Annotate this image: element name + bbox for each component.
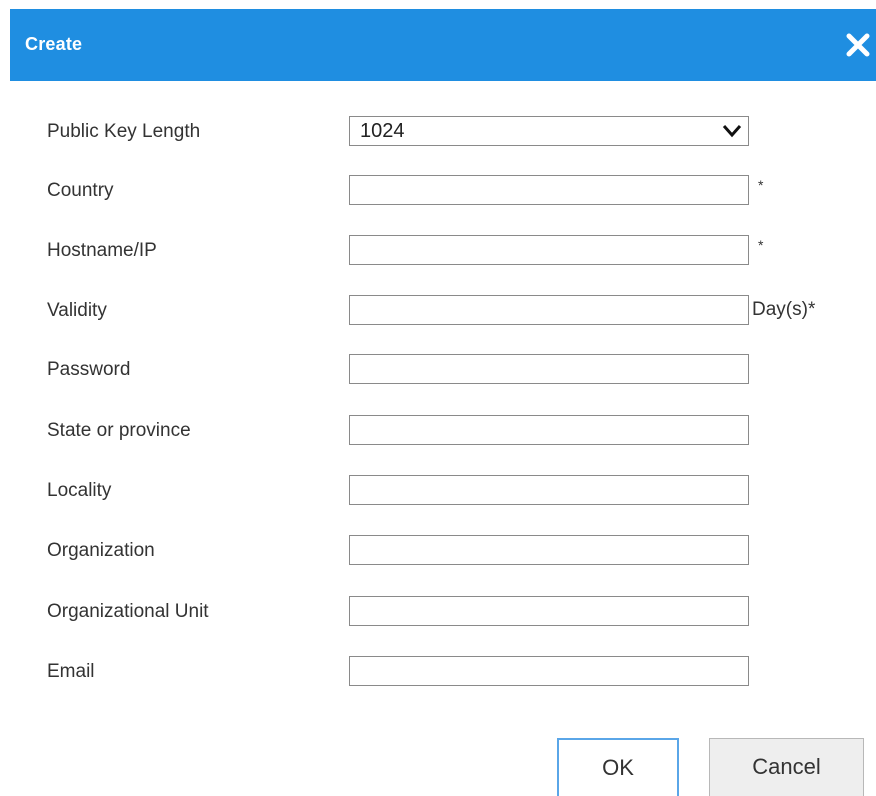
public-key-length-value: 1024 <box>360 120 405 142</box>
org-unit-input[interactable] <box>349 596 749 626</box>
locality-label: Locality <box>47 480 112 501</box>
row-state: State or province <box>0 411 876 449</box>
row-country: Country * <box>0 171 876 209</box>
close-icon[interactable] <box>842 29 874 61</box>
state-input[interactable] <box>349 415 749 445</box>
public-key-length-select[interactable]: 1024 <box>349 116 749 146</box>
hostname-label: Hostname/IP <box>47 240 157 261</box>
dialog-title: Create <box>25 34 83 54</box>
state-label: State or province <box>47 420 191 441</box>
dialog-titlebar: Create <box>10 9 876 81</box>
ok-button[interactable]: OK <box>557 738 679 796</box>
validity-input[interactable] <box>349 295 749 325</box>
org-unit-label: Organizational Unit <box>47 601 209 622</box>
email-input[interactable] <box>349 656 749 686</box>
password-input[interactable] <box>349 354 749 384</box>
row-public-key-length: Public Key Length 1024 <box>0 112 876 150</box>
hostname-required-marker: * <box>758 237 764 253</box>
validity-label: Validity <box>47 300 107 321</box>
row-validity: Validity Day(s)* <box>0 291 876 329</box>
row-org-unit: Organizational Unit <box>0 592 876 630</box>
create-dialog: Create Public Key Length 1024 Country * … <box>0 0 876 796</box>
validity-unit: Day(s)* <box>752 299 816 320</box>
row-locality: Locality <box>0 471 876 509</box>
organization-label: Organization <box>47 540 155 561</box>
country-label: Country <box>47 180 114 201</box>
hostname-input[interactable] <box>349 235 749 265</box>
country-input[interactable] <box>349 175 749 205</box>
locality-input[interactable] <box>349 475 749 505</box>
chevron-down-icon <box>722 123 742 144</box>
country-required-marker: * <box>758 177 764 193</box>
cancel-button[interactable]: Cancel <box>709 738 864 796</box>
password-label: Password <box>47 359 131 380</box>
public-key-length-label: Public Key Length <box>47 121 201 142</box>
row-email: Email <box>0 652 876 690</box>
row-organization: Organization <box>0 531 876 569</box>
row-password: Password <box>0 350 876 388</box>
email-label: Email <box>47 661 95 682</box>
organization-input[interactable] <box>349 535 749 565</box>
row-hostname: Hostname/IP * <box>0 231 876 269</box>
